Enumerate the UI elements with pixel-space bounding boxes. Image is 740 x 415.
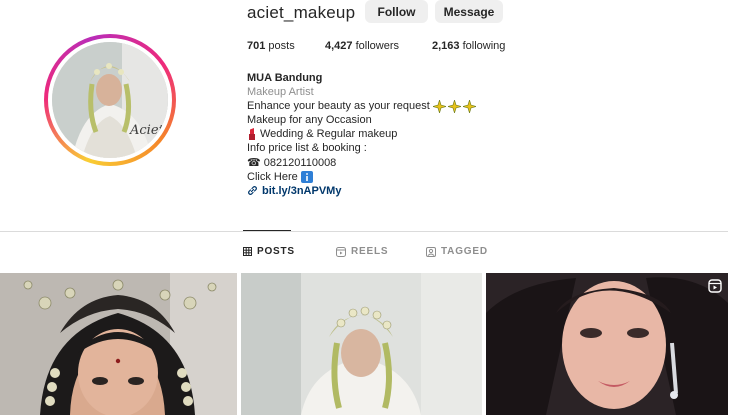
profile-avatar-ring[interactable]: Aciet xyxy=(44,34,176,166)
post-image xyxy=(0,273,237,415)
grid-icon xyxy=(243,247,252,256)
reels-icon xyxy=(336,246,346,257)
bio-link[interactable]: bit.ly/3nAPVMy xyxy=(247,184,547,198)
post-thumbnail[interactable] xyxy=(486,273,728,415)
tagged-icon xyxy=(426,246,436,257)
posts-count: 701 xyxy=(247,40,266,52)
bio-line: Wedding & Regular makeup xyxy=(247,127,547,141)
info-icon xyxy=(300,170,313,183)
profile-stats: 701 posts 4,427 followers 2,163 followin… xyxy=(247,40,505,52)
following-stat[interactable]: 2,163 following xyxy=(432,40,505,52)
posts-label: posts xyxy=(265,40,295,52)
bio-line: Makeup for any Occasion xyxy=(247,113,547,127)
sparkles-icon xyxy=(462,99,476,113)
posts-stat: 701 posts xyxy=(247,40,325,52)
follow-button[interactable]: Follow xyxy=(365,0,428,23)
tab-posts[interactable]: POSTS xyxy=(243,246,295,257)
avatar-border: Aciet xyxy=(48,38,172,162)
bio-text: Click Here xyxy=(247,170,298,183)
followers-stat[interactable]: 4,427 followers xyxy=(325,40,432,52)
active-tab-indicator xyxy=(243,230,291,231)
bio-link-text[interactable]: bit.ly/3nAPVMy xyxy=(262,184,341,198)
tab-tagged[interactable]: TAGGED xyxy=(426,246,488,257)
profile-name: MUA Bandung xyxy=(247,72,323,84)
username: aciet_makeup xyxy=(247,3,356,22)
lipstick-icon xyxy=(249,128,255,141)
bio-text: Makeup for any Occasion xyxy=(247,114,372,127)
link-icon xyxy=(248,186,257,196)
post-thumbnail[interactable] xyxy=(0,273,237,415)
sparkle-emoji-icons xyxy=(432,99,476,113)
bio-text: Info price list & booking : xyxy=(247,142,367,155)
post-thumbnail[interactable] xyxy=(241,273,482,415)
profile-category: Makeup Artist xyxy=(247,86,314,99)
bio-line: Click Here xyxy=(247,170,547,184)
bio-text: Wedding & Regular makeup xyxy=(260,128,398,141)
profile-tabs: POSTS REELS TAGGED xyxy=(0,246,740,260)
following-label: following xyxy=(459,40,506,52)
following-count: 2,163 xyxy=(432,40,460,52)
post-image xyxy=(486,273,728,415)
post-image xyxy=(241,273,482,415)
phone-icon: ☎ xyxy=(247,156,261,169)
tab-tagged-label: TAGGED xyxy=(441,246,488,257)
sparkles-icon xyxy=(432,99,446,113)
followers-count: 4,427 xyxy=(325,40,353,52)
tabs-divider xyxy=(0,231,728,232)
tab-reels[interactable]: REELS xyxy=(336,246,388,257)
avatar-caption: Aciet xyxy=(129,123,165,138)
bio-line: Info price list & booking : xyxy=(247,141,547,155)
avatar[interactable]: Aciet xyxy=(52,42,168,158)
bio-phone: 082120110008 xyxy=(263,156,337,169)
tab-reels-label: REELS xyxy=(351,246,389,257)
bio-line: ☎ 082120110008 xyxy=(247,156,547,170)
message-button[interactable]: Message xyxy=(435,0,503,23)
bio-text: Enhance your beauty as your request xyxy=(247,100,430,113)
followers-label: followers xyxy=(352,40,399,52)
bio-line: Enhance your beauty as your request xyxy=(247,99,547,113)
tab-posts-label: POSTS xyxy=(257,246,295,257)
sparkles-icon xyxy=(447,99,461,113)
reel-indicator-icon xyxy=(708,279,722,293)
bio: MUA Bandung Makeup Artist Enhance your b… xyxy=(247,71,547,198)
